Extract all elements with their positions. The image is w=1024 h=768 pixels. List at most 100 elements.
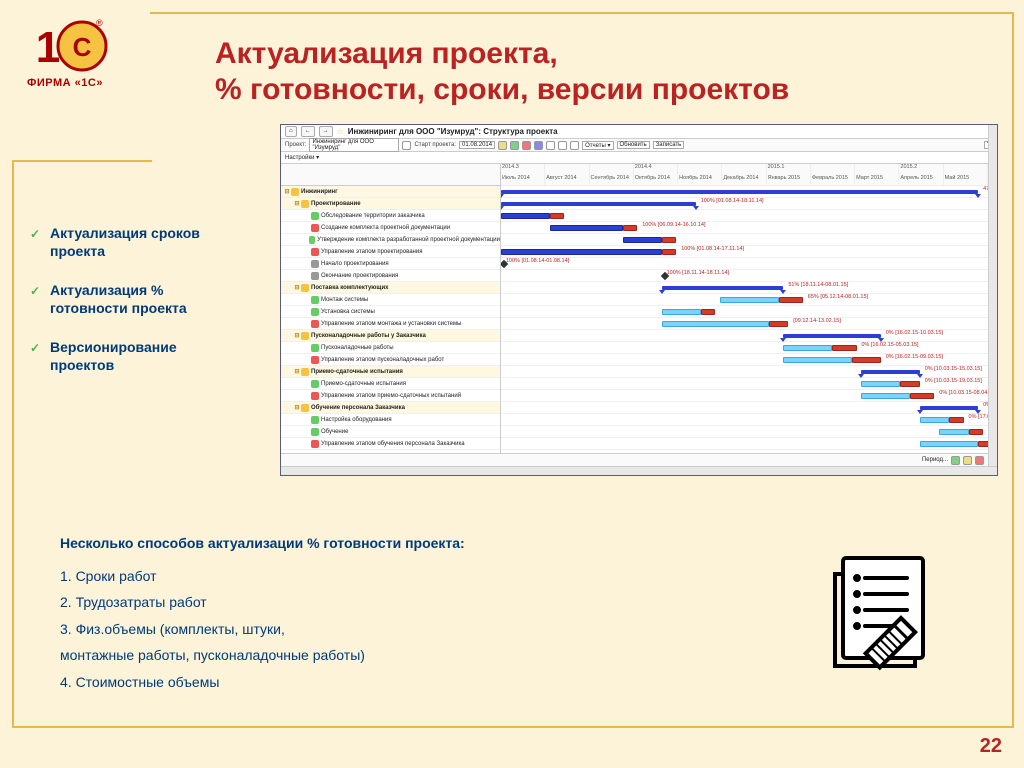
task-icon xyxy=(309,236,315,244)
task-row[interactable]: Управление этапом проектирования xyxy=(281,246,500,258)
gantt-bar[interactable] xyxy=(939,429,968,435)
expand-icon[interactable]: ⊟ xyxy=(293,284,301,291)
back-button[interactable]: ← xyxy=(301,126,315,137)
quarter-cell xyxy=(944,164,988,175)
task-row[interactable]: ⊟Инжиниринг xyxy=(281,186,500,198)
gantt-bar[interactable] xyxy=(720,297,778,303)
percent-label: 0% [16.02.15-10.03.15] xyxy=(886,330,943,336)
tool-icon[interactable] xyxy=(522,141,531,150)
home-button[interactable]: ⌂ xyxy=(285,126,297,137)
gantt-bar-overrun[interactable] xyxy=(623,225,638,231)
percent-label: 100% [18.11.14-18.11.14] xyxy=(667,270,730,276)
gantt-bar-overrun[interactable] xyxy=(701,309,716,315)
tool-icon[interactable] xyxy=(498,141,507,150)
gantt-bar-overrun[interactable] xyxy=(662,249,677,255)
task-row[interactable]: Управление этапом обучения персонала Зак… xyxy=(281,438,500,450)
gantt-bar[interactable] xyxy=(920,406,978,410)
gantt-bar[interactable] xyxy=(550,225,623,231)
task-row[interactable]: Управление этапом монтажа и установки си… xyxy=(281,318,500,330)
task-row[interactable]: Установка системы xyxy=(281,306,500,318)
gantt-bar[interactable] xyxy=(920,417,949,423)
gantt-bar[interactable] xyxy=(623,237,662,243)
gantt-bar[interactable] xyxy=(861,370,919,374)
gantt-bar[interactable] xyxy=(662,309,701,315)
task-icon xyxy=(311,392,319,400)
task-row[interactable]: Начало проектирования xyxy=(281,258,500,270)
tool-icon[interactable] xyxy=(534,141,543,150)
scrollbar-horizontal[interactable] xyxy=(281,466,997,475)
footer-icon[interactable] xyxy=(951,456,960,465)
expand-icon[interactable]: ⊟ xyxy=(293,332,301,339)
gantt-bar-overrun[interactable] xyxy=(779,297,803,303)
clear-icon[interactable] xyxy=(402,141,411,150)
gantt-bar[interactable] xyxy=(501,213,550,219)
gantt-bar-overrun[interactable] xyxy=(662,237,677,243)
task-row[interactable]: Обследование территории заказчика xyxy=(281,210,500,222)
settings-dropdown[interactable]: Настройки ▾ xyxy=(285,154,319,161)
gantt-bar[interactable] xyxy=(662,321,769,327)
gantt-bar-overrun[interactable] xyxy=(852,357,881,363)
gantt-bar-overrun[interactable] xyxy=(949,417,964,423)
gantt-bar-overrun[interactable] xyxy=(978,441,988,447)
expand-icon[interactable]: ⊟ xyxy=(293,368,301,375)
gantt-bar[interactable] xyxy=(783,345,832,351)
gantt-bar[interactable] xyxy=(783,357,851,363)
refresh-button[interactable]: Обновить xyxy=(617,141,650,149)
task-row[interactable]: Управление этапом приемо-сдаточных испыт… xyxy=(281,390,500,402)
task-row[interactable]: Окончание проектирования xyxy=(281,270,500,282)
task-row[interactable]: Утверждение комплекта разработанной прое… xyxy=(281,234,500,246)
task-row[interactable]: Управление этапом пусконаладочных работ xyxy=(281,354,500,366)
reports-dropdown[interactable]: Отчеты ▾ xyxy=(582,141,613,150)
expand-icon[interactable]: ⊟ xyxy=(293,200,301,207)
expand-icon[interactable]: ⊟ xyxy=(293,404,301,411)
gantt-bar-overrun[interactable] xyxy=(832,345,856,351)
frame-left-top xyxy=(12,160,152,162)
expand-icon[interactable]: ⊟ xyxy=(283,188,291,195)
task-row[interactable]: ⊟Пусконаладочные работы у Заказчика xyxy=(281,330,500,342)
gantt-bar[interactable] xyxy=(861,393,910,399)
gantt-bar-overrun[interactable] xyxy=(900,381,919,387)
gantt-bar[interactable] xyxy=(662,286,784,290)
task-row[interactable]: Настройка оборудования xyxy=(281,414,500,426)
tool-icon[interactable] xyxy=(546,141,555,150)
bottom-item: 3. Физ.объемы (комплекты, штуки, xyxy=(60,616,620,643)
gantt-bar-overrun[interactable] xyxy=(769,321,788,327)
footer-icon[interactable] xyxy=(975,456,984,465)
task-row[interactable]: Приемо-сдаточные испытания xyxy=(281,378,500,390)
task-row[interactable]: ⊟Обучение персонала Заказчика xyxy=(281,402,500,414)
task-row[interactable]: Создание комплекта проектной документаци… xyxy=(281,222,500,234)
tool-icon[interactable] xyxy=(558,141,567,150)
gantt-bar-overrun[interactable] xyxy=(550,213,565,219)
bullet-item: Версионирование проектов xyxy=(30,339,240,374)
task-row[interactable]: Пусконаладочные работы xyxy=(281,342,500,354)
forward-button[interactable]: → xyxy=(319,126,333,137)
gantt-bar[interactable] xyxy=(920,441,978,447)
bottom-text-block: Несколько способов актуализации % готовн… xyxy=(60,530,620,696)
period-button[interactable]: Период... xyxy=(922,457,948,463)
month-cell: Май 2015 xyxy=(944,175,988,185)
gantt-bar[interactable] xyxy=(501,202,696,206)
gantt-bar[interactable] xyxy=(783,334,880,338)
tool-icon[interactable] xyxy=(570,141,579,150)
start-field[interactable]: 01.08.2014 xyxy=(459,141,495,149)
save-button[interactable]: Записать xyxy=(653,141,685,149)
gantt-bar[interactable] xyxy=(861,381,900,387)
task-row[interactable]: ⊟Поставка комплектующих xyxy=(281,282,500,294)
task-row[interactable]: ⊟Приемо-сдаточные испытания xyxy=(281,366,500,378)
task-icon xyxy=(311,380,319,388)
gantt-bar[interactable] xyxy=(501,249,662,255)
task-row[interactable]: ⊟Проектирование xyxy=(281,198,500,210)
task-name: Установка системы xyxy=(321,309,375,315)
footer-icon[interactable] xyxy=(963,456,972,465)
gantt-bar[interactable] xyxy=(501,190,978,194)
task-row[interactable]: Монтаж системы xyxy=(281,294,500,306)
svg-text:®: ® xyxy=(96,18,103,28)
task-row[interactable]: Обучение xyxy=(281,426,500,438)
month-cell: Июль 2014 xyxy=(501,175,545,185)
gantt-bar-overrun[interactable] xyxy=(969,429,984,435)
gantt-bar-overrun[interactable] xyxy=(910,393,934,399)
proj-field[interactable]: Инжиниринг для ООО "Изумруд" xyxy=(309,138,399,152)
tool-icon[interactable] xyxy=(510,141,519,150)
timeline-row xyxy=(501,210,988,222)
scrollbar-vertical[interactable] xyxy=(988,125,997,466)
